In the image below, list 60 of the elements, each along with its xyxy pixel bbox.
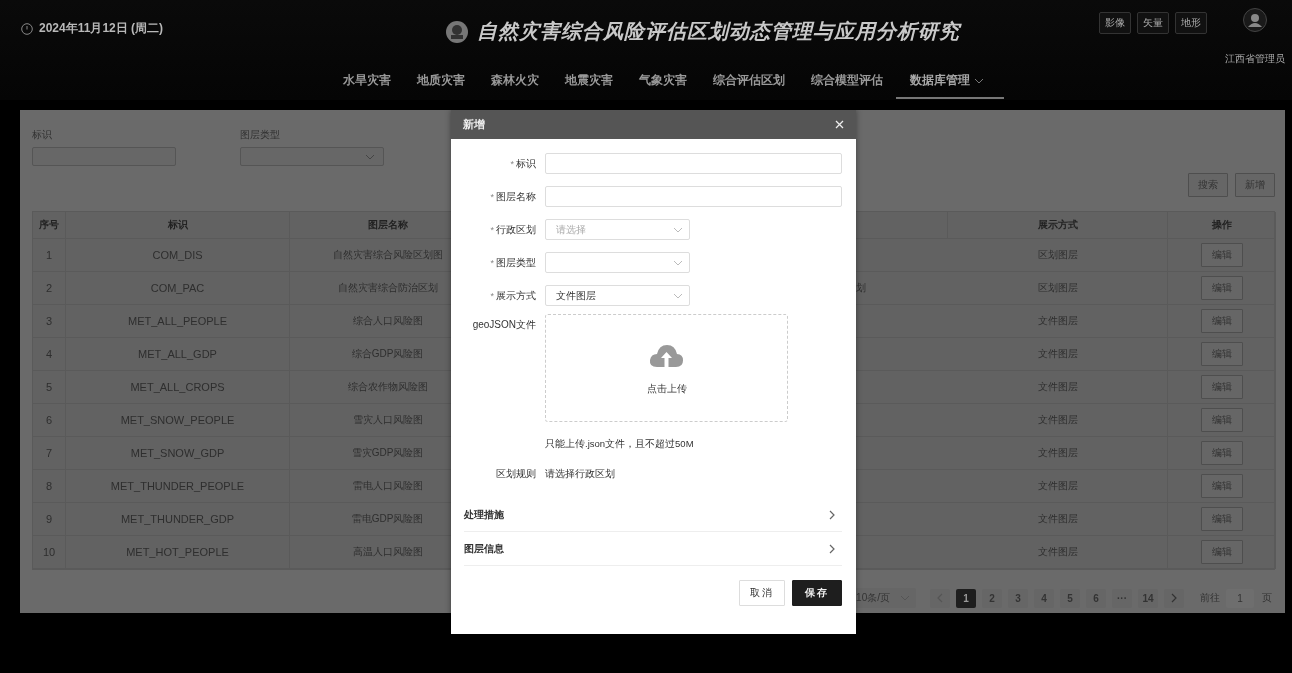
- chevron-right-icon: [829, 543, 835, 554]
- required-mark: *: [490, 257, 494, 268]
- date-text: 2024年11月12日 (周二): [39, 20, 164, 37]
- map-mode-button[interactable]: 影像: [1099, 12, 1131, 34]
- chevron-down-icon: [673, 292, 683, 299]
- required-mark: *: [490, 224, 494, 235]
- chevron-right-icon: [829, 509, 835, 520]
- upload-area[interactable]: 点击上传: [545, 314, 788, 422]
- nav-tab[interactable]: 气象灾害: [626, 58, 700, 99]
- select-field[interactable]: [545, 252, 690, 273]
- avatar-icon[interactable]: [1243, 8, 1267, 32]
- field-label: 图层类型: [496, 255, 536, 270]
- field-label: 行政区划: [496, 222, 536, 237]
- column-header: 标识: [66, 212, 290, 239]
- collapse-header[interactable]: 图层信息: [464, 532, 842, 566]
- upload-tip: 只能上传.json文件，且不超过50M: [545, 438, 695, 451]
- column-header: 展示方式: [948, 212, 1168, 239]
- clock-icon: [21, 22, 33, 35]
- page-button[interactable]: 1: [956, 588, 976, 608]
- select-value: 文件图层: [556, 288, 596, 303]
- nav-tab[interactable]: 综合模型评估: [798, 58, 896, 99]
- next-page-button[interactable]: [1164, 588, 1184, 608]
- emblem-icon: [445, 19, 469, 44]
- select-placeholder: 请选择: [556, 222, 586, 237]
- select-field[interactable]: 请选择: [545, 219, 690, 240]
- text-input[interactable]: [545, 186, 842, 207]
- upload-text: 点击上传: [646, 381, 687, 396]
- field-label: 图层名称: [496, 189, 536, 204]
- nav-tab[interactable]: 森林火灾: [478, 58, 552, 99]
- save-button[interactable]: 保存: [792, 580, 842, 606]
- map-mode-button[interactable]: 矢量: [1137, 12, 1169, 34]
- filter-select[interactable]: [240, 147, 384, 166]
- chevron-right-icon: [1171, 593, 1177, 603]
- field-label: 区划规则: [496, 466, 536, 481]
- required-mark: *: [510, 158, 514, 169]
- column-header: 序号: [33, 212, 66, 239]
- app-title: 自然灾害综合风险评估区划动态管理与应用分析研究: [477, 19, 960, 44]
- user-name: 江西省管理员: [1225, 52, 1285, 66]
- text-input[interactable]: [545, 153, 842, 174]
- required-mark: *: [490, 290, 494, 301]
- dialog-title: 新增: [463, 117, 485, 132]
- nav-tab[interactable]: 水旱灾害: [330, 58, 404, 99]
- field-value: 请选择行政区划: [545, 466, 615, 481]
- chevron-down-icon: [673, 259, 683, 266]
- map-mode-button[interactable]: 地形: [1175, 12, 1207, 34]
- close-icon[interactable]: [835, 120, 844, 129]
- chevron-down-icon: [365, 153, 375, 160]
- field-label: 展示方式: [496, 288, 536, 303]
- nav-tab[interactable]: 数据库管理: [896, 58, 1004, 99]
- select-field[interactable]: 文件图层: [545, 285, 690, 306]
- collapse-header[interactable]: 处理措施: [464, 498, 842, 532]
- required-mark: *: [490, 191, 494, 202]
- nav-tab[interactable]: 地质灾害: [404, 58, 478, 99]
- column-header: 操作: [1168, 212, 1276, 239]
- nav-tab[interactable]: 综合评估区划: [700, 58, 798, 99]
- cancel-button[interactable]: 取消: [739, 580, 785, 606]
- page-button[interactable]: ···: [1112, 588, 1132, 608]
- chevron-down-icon: [673, 226, 683, 233]
- nav-tab[interactable]: 地震灾害: [552, 58, 626, 99]
- field-label: 标识: [516, 156, 536, 171]
